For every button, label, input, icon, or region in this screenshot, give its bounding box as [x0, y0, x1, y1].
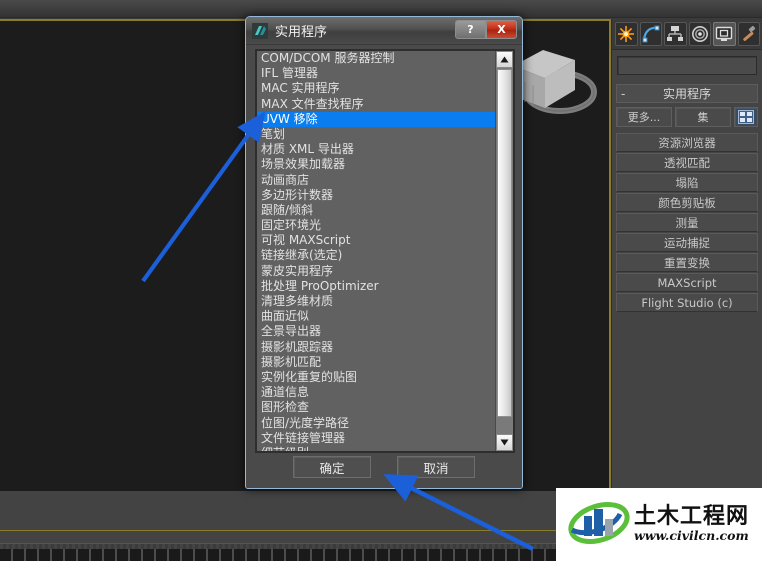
- utility-button[interactable]: MAXScript: [616, 273, 758, 292]
- max-utility-icon: [252, 22, 268, 39]
- list-item[interactable]: 位图/光度学路径: [257, 416, 495, 431]
- list-scrollbar[interactable]: [495, 51, 513, 451]
- utility-button[interactable]: 颜色剪贴板: [616, 193, 758, 212]
- scrollbar-track[interactable]: [496, 68, 513, 434]
- object-name-row: [612, 50, 762, 80]
- utilities-tab[interactable]: [737, 22, 760, 46]
- list-item[interactable]: MAC 实用程序: [257, 81, 495, 96]
- scroll-down-button[interactable]: [496, 434, 513, 451]
- list-item[interactable]: 全景导出器: [257, 324, 495, 339]
- curve-icon: [642, 25, 660, 43]
- list-item[interactable]: 场景效果加载器: [257, 157, 495, 172]
- more-button[interactable]: 更多...: [616, 107, 672, 127]
- ok-button[interactable]: 确定: [293, 456, 371, 478]
- utility-button[interactable]: 测量: [616, 213, 758, 232]
- utilities-rollout[interactable]: - 实用程序: [616, 84, 758, 103]
- display-tab[interactable]: [713, 22, 736, 46]
- object-name-input[interactable]: [617, 56, 757, 75]
- list-item[interactable]: 固定环境光: [257, 218, 495, 233]
- utility-button[interactable]: 重置变换: [616, 253, 758, 272]
- list-item[interactable]: 细节级别: [257, 446, 495, 451]
- command-panel[interactable]: - 实用程序 更多... 集 资源浏览器 透视匹配 塌陷 颜色剪贴板 测量 运动…: [611, 19, 762, 491]
- utilities-listbox[interactable]: COM/DCOM 服务器控制 IFL 管理器 MAC 实用程序 MAX 文件查找程序 U…: [255, 49, 515, 453]
- list-item[interactable]: 实例化重复的贴图: [257, 370, 495, 385]
- command-panel-tabs[interactable]: [612, 19, 762, 50]
- app-root: - 实用程序 更多... 集 资源浏览器 透视匹配 塌陷 颜色剪贴板 测量 运动…: [0, 0, 762, 561]
- utilities-button-list[interactable]: 资源浏览器 透视匹配 塌陷 颜色剪贴板 测量 运动捕捉 重置变换 MAXScri…: [616, 133, 758, 312]
- watermark-title: 土木工程网: [634, 504, 750, 530]
- utility-button[interactable]: 塌陷: [616, 173, 758, 192]
- list-item[interactable]: 可视 MAXScript: [257, 233, 495, 248]
- list-item-selected[interactable]: UVW 移除: [257, 111, 495, 127]
- utility-button[interactable]: 资源浏览器: [616, 133, 758, 152]
- list-item[interactable]: MAX 文件查找程序: [257, 97, 495, 112]
- watermark-text: 土木工程网 www.civilcn.com: [634, 506, 749, 543]
- list-item[interactable]: 笔划: [257, 127, 495, 142]
- dialog-titlebar[interactable]: 实用程序 ? X: [246, 17, 522, 45]
- configure-sets-icon[interactable]: [734, 107, 758, 127]
- list-item[interactable]: 清理多维材质: [257, 294, 495, 309]
- dialog-title: 实用程序: [275, 25, 328, 40]
- chevron-down-icon: [500, 439, 509, 446]
- hierarchy-tab[interactable]: [664, 22, 687, 46]
- chevron-up-icon: [500, 56, 509, 63]
- cancel-button[interactable]: 取消: [397, 456, 475, 478]
- star-icon: [618, 26, 635, 42]
- list-item[interactable]: 材质 XML 导出器: [257, 142, 495, 157]
- list-item[interactable]: 蒙皮实用程序: [257, 264, 495, 279]
- list-item[interactable]: 动画商店: [257, 173, 495, 188]
- display-icon: [716, 26, 733, 41]
- hierarchy-icon: [667, 26, 684, 41]
- watermark: 土木工程网 www.civilcn.com: [556, 488, 762, 561]
- list-item[interactable]: 图形检查: [257, 400, 495, 415]
- motion-tab[interactable]: [688, 22, 711, 46]
- utilities-action-row: 更多... 集: [616, 107, 758, 127]
- motion-icon: [691, 26, 708, 42]
- utilities-rollout-title: 实用程序: [662, 87, 711, 101]
- list-item[interactable]: IFL 管理器: [257, 66, 495, 81]
- window-controls[interactable]: ? X: [455, 20, 517, 39]
- sets-button[interactable]: 集: [675, 107, 731, 127]
- dialog-button-row: 确定 取消: [246, 456, 522, 478]
- collapse-icon[interactable]: -: [621, 88, 625, 100]
- utilities-dialog[interactable]: 实用程序 ? X COM/DCOM 服务器控制 IFL 管理器 MAC 实用程序 MA…: [245, 16, 523, 489]
- civilcn-swoosh-logo: [568, 500, 630, 550]
- modify-tab[interactable]: [639, 22, 662, 46]
- list-item[interactable]: 跟随/倾斜: [257, 203, 495, 218]
- scrollbar-thumb[interactable]: [497, 69, 512, 417]
- help-button[interactable]: ?: [455, 20, 486, 39]
- list-item[interactable]: 多边形计数器: [257, 188, 495, 203]
- list-item[interactable]: COM/DCOM 服务器控制: [257, 51, 495, 66]
- utilities-rollout-header[interactable]: - 实用程序: [616, 84, 758, 103]
- utility-button[interactable]: 运动捕捉: [616, 233, 758, 252]
- list-item[interactable]: 链接继承(选定): [257, 248, 495, 263]
- utilities-list[interactable]: COM/DCOM 服务器控制 IFL 管理器 MAC 实用程序 MAX 文件查找程序 U…: [257, 51, 495, 451]
- create-tab[interactable]: [615, 22, 638, 46]
- list-item[interactable]: 通道信息: [257, 385, 495, 400]
- watermark-url: www.civilcn.com: [634, 528, 749, 544]
- hammer-icon: [742, 25, 755, 41]
- scroll-up-button[interactable]: [496, 51, 513, 68]
- list-item[interactable]: 摄影机匹配: [257, 355, 495, 370]
- close-button[interactable]: X: [486, 20, 517, 39]
- utility-button[interactable]: Flight Studio (c): [616, 293, 758, 312]
- list-item[interactable]: 摄影机跟踪器: [257, 340, 495, 355]
- utility-button[interactable]: 透视匹配: [616, 153, 758, 172]
- dialog-body: COM/DCOM 服务器控制 IFL 管理器 MAC 实用程序 MAX 文件查找程序 U…: [246, 45, 522, 488]
- list-item[interactable]: 批处理 ProOptimizer: [257, 279, 495, 294]
- list-item[interactable]: 文件链接管理器: [257, 431, 495, 446]
- list-item[interactable]: 曲面近似: [257, 309, 495, 324]
